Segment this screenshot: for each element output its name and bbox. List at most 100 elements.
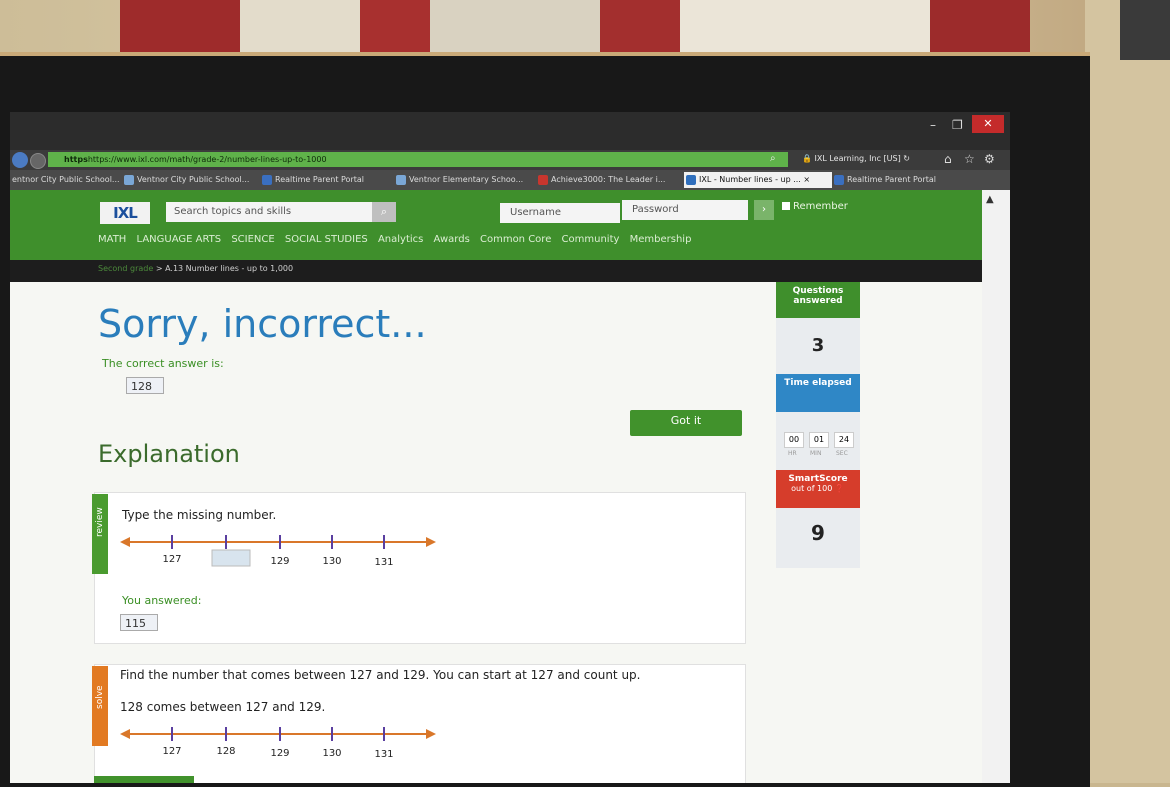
tab[interactable]: Ventnor Elementary Schoo...	[394, 172, 536, 188]
main-nav: MATH LANGUAGE ARTS SCIENCE SOCIAL STUDIE…	[98, 234, 698, 254]
favorites-star-icon[interactable]: ☆	[964, 152, 975, 166]
tab[interactable]: Achieve3000: The Leader i...	[536, 172, 684, 188]
site-identity-label: IXL Learning, Inc [US]	[814, 154, 901, 163]
review-ribbon-label: review	[95, 507, 105, 537]
missing-number-box[interactable]	[211, 549, 251, 567]
tab-favicon	[124, 174, 134, 185]
tab-label: Achieve3000: The Leader i...	[551, 175, 666, 184]
nav-language-arts[interactable]: LANGUAGE ARTS	[137, 234, 222, 245]
sign-in-button[interactable]: ›	[754, 200, 774, 220]
timer-seconds-label: SEC	[836, 450, 848, 457]
tab-favicon	[262, 174, 272, 185]
time-elapsed-label: Time elapsed	[776, 374, 860, 412]
wall-panel	[1085, 0, 1170, 783]
site-identity[interactable]: 🔒 IXL Learning, Inc [US] ↻	[802, 154, 910, 163]
tab[interactable]: Ventnor City Public School...	[122, 172, 260, 188]
help-icon[interactable]: ❓	[835, 484, 845, 493]
tab-label: entnor City Public School...	[12, 175, 120, 184]
tab[interactable]: Realtime Parent Portal	[260, 172, 392, 188]
nav-awards[interactable]: Awards	[434, 234, 470, 245]
site-header: IXL Search topics and skills ⌕ Username …	[10, 190, 1010, 260]
tab[interactable]: Realtime Parent Portal	[832, 172, 984, 188]
solve-ribbon: solve	[92, 666, 108, 746]
checkbox-icon[interactable]	[782, 202, 790, 210]
you-answered-value: 115	[120, 614, 158, 631]
questions-answered-value: 3	[776, 318, 860, 374]
review-ribbon: review	[92, 494, 108, 574]
forward-button[interactable]	[30, 153, 46, 169]
restore-icon[interactable]: ❐	[952, 118, 968, 132]
smartscore-label: SmartScore	[788, 474, 848, 484]
scrollbar[interactable]: ▲	[982, 190, 1010, 783]
smartscore-sub-label: out of 100	[791, 484, 833, 493]
search-input[interactable]: Search topics and skills	[166, 202, 396, 222]
nav-analytics[interactable]: Analytics	[378, 234, 423, 245]
monitor-screen: – ❐ ✕ httpshttps://www.ixl.com/math/grad…	[10, 112, 1010, 783]
close-button[interactable]: ✕	[972, 115, 1004, 133]
wall-device	[1120, 0, 1170, 60]
nav-common-core[interactable]: Common Core	[480, 234, 551, 245]
url-field[interactable]: httpshttps://www.ixl.com/math/grade-2/nu…	[48, 152, 788, 167]
question-text: Type the missing number.	[122, 508, 277, 522]
search-icon[interactable]: ⌕	[770, 153, 776, 164]
address-bar: httpshttps://www.ixl.com/math/grade-2/nu…	[10, 150, 1010, 170]
timer-seconds: 24	[834, 432, 854, 448]
result-title: Sorry, incorrect...	[98, 302, 427, 346]
url-scheme: https	[64, 155, 88, 164]
solve-result-text: 128 comes between 127 and 129.	[120, 700, 326, 714]
tab-favicon	[834, 174, 844, 185]
got-it-button[interactable]: Got it	[630, 410, 742, 436]
tab-bar: entnor City Public School... Ventnor Cit…	[10, 170, 1010, 190]
tick-label: 131	[374, 557, 393, 568]
tab-label: IXL - Number lines - up ... ×	[699, 175, 811, 184]
nav-membership[interactable]: Membership	[630, 234, 692, 245]
solve-ribbon-label: solve	[95, 685, 105, 709]
wall-paper	[680, 0, 930, 60]
review-number-line: 127 129 130 131	[120, 535, 436, 568]
minimize-icon[interactable]: –	[930, 118, 946, 132]
scroll-up-icon[interactable]: ▲	[986, 194, 994, 205]
tab-label: Realtime Parent Portal	[847, 175, 936, 184]
continue-button[interactable]	[94, 776, 194, 783]
tab-favicon	[538, 174, 548, 185]
tab-active[interactable]: IXL - Number lines - up ... ×	[684, 172, 832, 188]
correct-answer-value: 128	[126, 377, 164, 394]
questions-answered-label: Questions answered	[776, 282, 860, 318]
password-field[interactable]: Password	[622, 200, 748, 220]
nav-community[interactable]: Community	[562, 234, 620, 245]
breadcrumb-path: Second grade > A.13 Number lines - up to…	[98, 264, 293, 273]
back-button[interactable]	[12, 152, 28, 168]
solve-number-line: 127 128 129 130 131	[120, 727, 436, 760]
gear-icon[interactable]: ⚙	[984, 152, 995, 166]
wall-paper	[430, 0, 600, 60]
tick-label: 129	[270, 556, 289, 567]
tick-label: 129	[270, 748, 289, 759]
smartscore-value: 9	[776, 508, 860, 568]
nav-science[interactable]: SCIENCE	[231, 234, 274, 245]
explanation-heading: Explanation	[98, 440, 240, 468]
tab-label: Ventnor City Public School...	[137, 175, 250, 184]
nav-social-studies[interactable]: SOCIAL STUDIES	[285, 234, 368, 245]
tab-favicon	[396, 174, 406, 185]
breadcrumb-grade[interactable]: Second grade	[98, 264, 153, 273]
breadcrumb-skill: A.13 Number lines - up to 1,000	[165, 264, 294, 273]
smartscore-sub: out of 100 ❓	[776, 484, 860, 493]
solve-text: Find the number that comes between 127 a…	[120, 668, 641, 682]
url-text: https://www.ixl.com/math/grade-2/number-…	[87, 155, 327, 164]
timer-hours-label: HR	[788, 450, 797, 457]
search-button[interactable]: ⌕	[372, 202, 396, 222]
tick-label: 127	[162, 746, 181, 757]
remember-checkbox[interactable]: Remember	[782, 201, 848, 212]
tab[interactable]: entnor City Public School...	[10, 172, 122, 188]
smartscore-header: SmartScore out of 100 ❓	[776, 470, 860, 508]
home-icon[interactable]: ⌂	[944, 152, 952, 166]
wall-paper	[240, 0, 360, 60]
tab-label: Ventnor Elementary Schoo...	[409, 175, 524, 184]
timer-minutes: 01	[809, 432, 829, 448]
tick-label: 128	[216, 746, 235, 757]
username-field[interactable]: Username	[500, 203, 620, 223]
you-answered-label: You answered:	[122, 594, 202, 607]
nav-math[interactable]: MATH	[98, 234, 126, 245]
ixl-logo[interactable]: IXL	[100, 202, 150, 224]
time-elapsed-panel: 00 01 24 HR MIN SEC	[776, 412, 860, 470]
